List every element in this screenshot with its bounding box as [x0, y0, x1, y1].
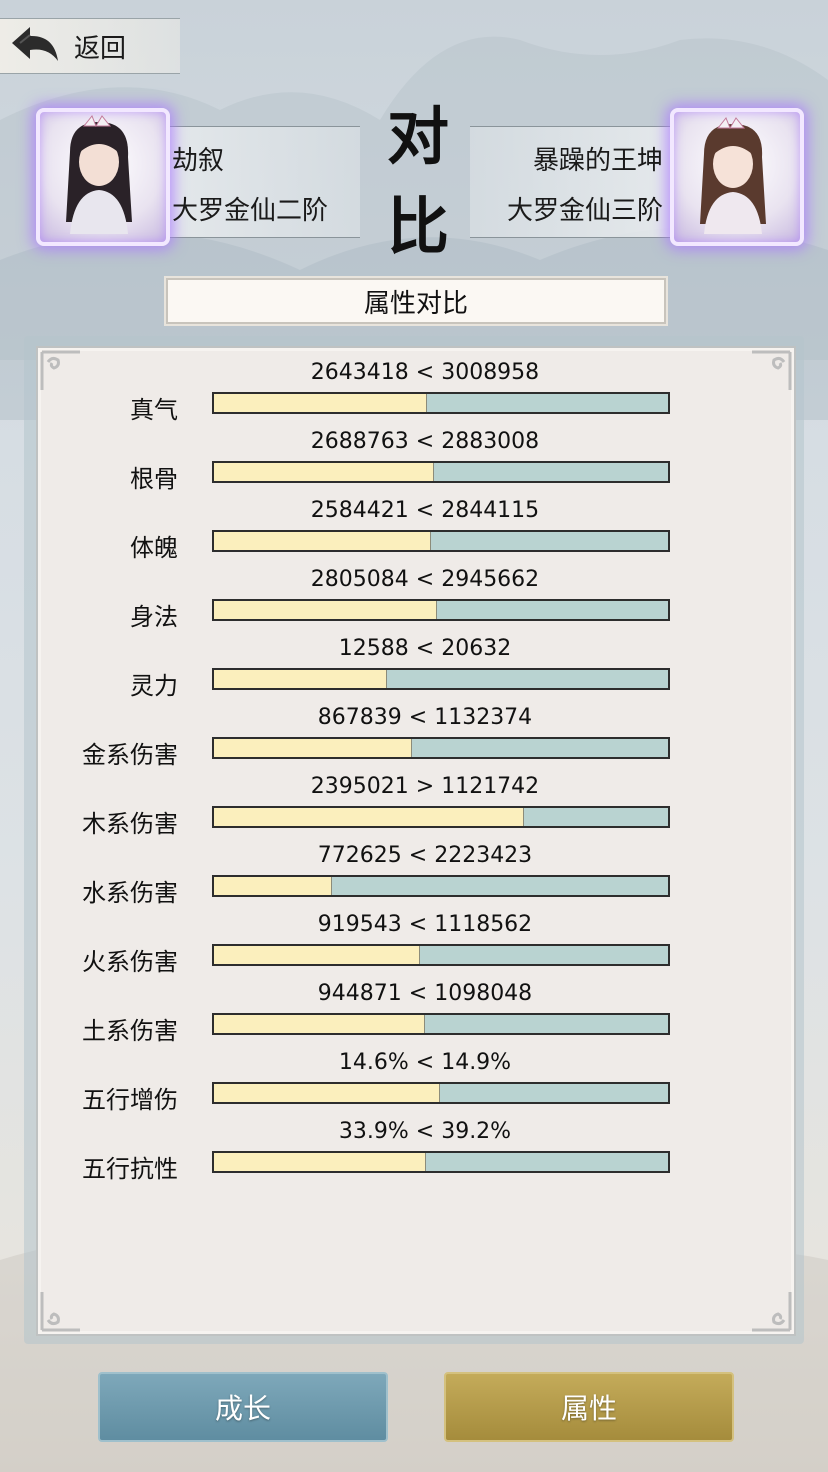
stat-row-earth-damage: 944871 < 1098048 土系伤害: [38, 975, 794, 1045]
right-player-avatar[interactable]: [670, 108, 804, 246]
back-arrow-icon: [12, 27, 58, 61]
stat-label: 木系伤害: [82, 810, 178, 838]
stats-panel: 2643418 < 3008958 真气 2688763 < 2883008 根…: [36, 346, 796, 1336]
stat-value: 2643418 < 3008958: [310, 360, 540, 385]
back-label: 返回: [74, 33, 127, 64]
stat-label: 五行抗性: [82, 1155, 178, 1183]
section-title: 属性对比: [166, 278, 666, 324]
stat-bar: [212, 530, 670, 552]
stat-value: 867839 < 1132374: [317, 705, 533, 730]
stat-bar-fill: [214, 463, 435, 481]
stat-bar-fill: [214, 1153, 426, 1171]
stat-value: 2584421 < 2844115: [310, 498, 540, 523]
stat-bar: [212, 806, 670, 828]
stat-row-lingli: 12588 < 20632 灵力: [38, 630, 794, 700]
back-button[interactable]: 返回: [0, 18, 180, 74]
stat-bar-fill: [214, 532, 432, 550]
right-player-rank: 大罗金仙三阶: [506, 196, 663, 226]
stat-row-fire-damage: 919543 < 1118562 火系伤害: [38, 906, 794, 976]
stat-bar-fill: [214, 670, 388, 688]
stat-bar: [212, 1082, 670, 1104]
stat-label: 身法: [130, 603, 178, 631]
left-player-avatar[interactable]: [36, 108, 170, 246]
stat-label: 根骨: [130, 465, 178, 493]
stat-bar-fill: [214, 1015, 425, 1033]
stat-label: 金系伤害: [82, 741, 178, 769]
stat-row-element-resistance: 33.9% < 39.2% 五行抗性: [38, 1113, 794, 1183]
attributes-tab-button[interactable]: 属性: [444, 1372, 734, 1442]
stat-bar-fill: [214, 739, 413, 757]
stat-bar: [212, 599, 670, 621]
stat-bar: [212, 1013, 670, 1035]
character-portrait-icon: [66, 115, 132, 234]
growth-tab-button[interactable]: 成长: [98, 1372, 388, 1442]
stat-value: 944871 < 1098048: [317, 981, 533, 1006]
stat-bar-fill: [214, 808, 525, 826]
stat-value: 2395021 > 1121742: [310, 774, 540, 799]
stat-value: 12588 < 20632: [338, 636, 512, 661]
corner-cloud-icon: [40, 1292, 80, 1332]
stat-label: 五行增伤: [82, 1086, 178, 1114]
comparison-title-line2: 比: [386, 190, 449, 263]
left-player-rank: 大罗金仙二阶: [172, 196, 329, 226]
stat-row-gengu: 2688763 < 2883008 根骨: [38, 423, 794, 493]
stat-bar: [212, 392, 670, 414]
stat-label: 体魄: [130, 534, 178, 562]
stat-label: 土系伤害: [82, 1017, 178, 1045]
stat-label: 火系伤害: [82, 948, 178, 976]
comparison-title: 对 比: [372, 92, 464, 272]
stat-value: 2688763 < 2883008: [310, 429, 540, 454]
corner-cloud-icon: [752, 1292, 792, 1332]
stat-row-wood-damage: 2395021 > 1121742 木系伤害: [38, 768, 794, 838]
stat-bar: [212, 875, 670, 897]
stat-value: 2805084 < 2945662: [310, 567, 540, 592]
stat-bar: [212, 737, 670, 759]
right-player-name: 暴躁的王坤: [532, 146, 663, 176]
stat-row-water-damage: 772625 < 2223423 水系伤害: [38, 837, 794, 907]
stat-bar: [212, 461, 670, 483]
stat-bar-fill: [214, 877, 333, 895]
stat-bar-fill: [214, 601, 437, 619]
character-portrait-icon: [700, 117, 766, 234]
stat-row-metal-damage: 867839 < 1132374 金系伤害: [38, 699, 794, 769]
stat-label: 灵力: [130, 672, 178, 700]
comparison-title-line1: 对: [386, 100, 449, 173]
stat-value: 772625 < 2223423: [317, 843, 533, 868]
stat-value: 14.6% < 14.9%: [338, 1050, 512, 1075]
stat-bar-fill: [214, 1084, 440, 1102]
stat-bar: [212, 1151, 670, 1173]
left-player-name: 劫叙: [172, 146, 225, 176]
stat-value: 919543 < 1118562: [317, 912, 533, 937]
stat-row-tipo: 2584421 < 2844115 体魄: [38, 492, 794, 562]
stat-label: 真气: [130, 396, 178, 424]
stat-bar: [212, 944, 670, 966]
stat-row-element-damage-boost: 14.6% < 14.9% 五行增伤: [38, 1044, 794, 1114]
stat-bar-fill: [214, 394, 428, 412]
stat-bar: [212, 668, 670, 690]
stat-row-zhenqi: 2643418 < 3008958 真气: [38, 354, 794, 424]
stat-label: 水系伤害: [82, 879, 178, 907]
stat-bar-fill: [214, 946, 420, 964]
stat-row-shenfa: 2805084 < 2945662 身法: [38, 561, 794, 631]
stat-value: 33.9% < 39.2%: [338, 1119, 512, 1144]
